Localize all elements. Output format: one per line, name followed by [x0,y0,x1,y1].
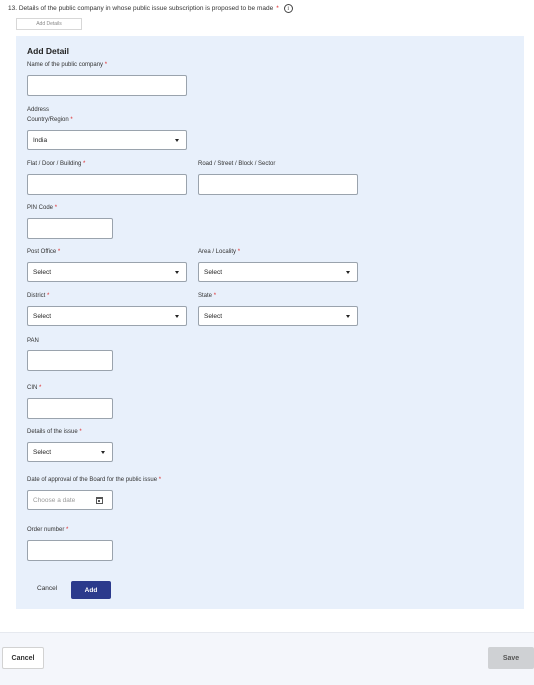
required-mark: * [79,429,82,435]
issue-label-text: Details of the issue [27,429,78,435]
district-label: District * [27,293,49,299]
state-select[interactable]: Select [198,306,358,326]
chevron-down-icon [175,315,179,318]
approval-date-label-text: Date of approval of the Board for the pu… [27,477,158,483]
chevron-down-icon [346,315,350,318]
road-label: Road / Street / Block / Sector [198,161,276,167]
post-office-label: Post Office * [27,249,60,255]
company-name-label-text: Name of the public company [27,62,104,68]
pan-label: PAN [27,338,39,344]
pan-input[interactable] [27,350,113,371]
company-name-input[interactable] [27,75,187,96]
country-select-value: India [33,136,48,144]
pin-label-text: PIN Code [27,205,54,211]
required-mark: * [70,117,73,123]
question-title: 13. Details of the public company in who… [8,4,293,13]
company-name-label: Name of the public company * [27,62,107,68]
required-mark: * [213,293,217,299]
add-button[interactable]: Add [71,581,111,599]
post-office-select[interactable]: Select [27,262,187,282]
address-heading: Address [27,107,50,113]
issue-select-value: Select [33,448,52,456]
order-number-label: Order number * [27,527,68,533]
required-mark: * [39,385,42,391]
flat-input[interactable] [27,174,187,195]
required-mark: * [158,477,162,483]
flat-label-text: Flat / Door / Building [27,161,82,167]
order-number-input[interactable] [27,540,113,561]
order-number-label-text: Order number [27,527,65,533]
required-mark: * [47,293,50,299]
required-mark: * [66,527,69,533]
footer-bar [0,632,534,685]
save-button[interactable]: Save [488,647,534,669]
calendar-icon[interactable] [96,496,103,504]
required-mark: * [83,161,86,167]
area-select[interactable]: Select [198,262,358,282]
cin-label: CIN * [27,385,41,391]
cin-input[interactable] [27,398,113,419]
required-mark: * [104,62,108,68]
panel-cancel-button[interactable]: Cancel [37,585,57,592]
approval-date-picker[interactable]: Choose a date [27,490,113,510]
district-select-value: Select [33,312,52,320]
cin-label-text: CIN [27,385,38,391]
question-title-text: 13. Details of the public company in who… [8,5,274,12]
required-mark: * [276,5,279,12]
issue-select[interactable]: Select [27,442,113,462]
pin-input[interactable] [27,218,113,239]
issue-label: Details of the issue * [27,429,82,435]
approval-date-label: Date of approval of the Board for the pu… [27,477,161,483]
chevron-down-icon [101,451,105,454]
country-select[interactable]: India [27,130,187,150]
post-office-select-value: Select [33,268,52,276]
date-placeholder: Choose a date [33,496,76,504]
district-label-text: District [27,293,46,299]
panel-title: Add Detail [27,46,70,56]
post-office-label-text: Post Office [27,249,57,255]
add-details-button[interactable]: Add Details [16,18,82,30]
required-mark: * [237,249,241,255]
chevron-down-icon [175,139,179,142]
chevron-down-icon [346,271,350,274]
country-label-text: Country/Region [27,117,69,123]
state-label-text: State [198,293,213,299]
info-circle-icon[interactable]: i [283,4,293,13]
state-select-value: Select [204,312,223,320]
area-select-value: Select [204,268,223,276]
flat-label: Flat / Door / Building * [27,161,85,167]
footer-cancel-button[interactable]: Cancel [2,647,44,669]
area-label: Area / Locality * [198,249,240,255]
district-select[interactable]: Select [27,306,187,326]
chevron-down-icon [175,271,179,274]
road-input[interactable] [198,174,358,195]
country-label: Country/Region * [27,117,73,123]
state-label: State * [198,293,216,299]
area-label-text: Area / Locality [198,249,237,255]
required-mark: * [54,205,58,211]
pin-label: PIN Code * [27,205,57,211]
required-mark: * [57,249,61,255]
